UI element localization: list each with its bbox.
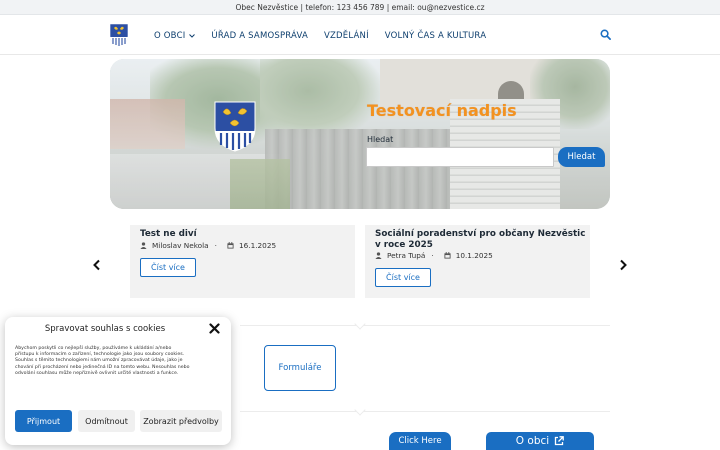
read-more-button[interactable]: Číst více bbox=[375, 268, 431, 287]
forms-tile[interactable]: Formuláře bbox=[264, 345, 336, 391]
divider-notch bbox=[354, 318, 366, 330]
village-crest-emblem bbox=[214, 101, 256, 152]
calendar-icon bbox=[444, 252, 451, 259]
user-icon bbox=[375, 252, 382, 259]
news-title[interactable]: Sociální poradenství pro občany Nezvěsti… bbox=[375, 229, 587, 251]
nav-item-label: ÚŘAD A SAMOSPRÁVA bbox=[211, 30, 309, 41]
news-card: Test ne diví Miloslav Nekola · 16.1.2025… bbox=[130, 225, 355, 298]
button-label: O obci bbox=[515, 435, 550, 447]
nav-item-volny-cas-a-kultura[interactable]: VOLNÝ ČAS A KULTURA bbox=[385, 31, 486, 41]
accept-button[interactable]: Přijmout bbox=[15, 410, 72, 432]
divider-notch bbox=[354, 404, 366, 416]
click-here-button[interactable]: Click Here bbox=[389, 432, 451, 450]
section-divider bbox=[240, 325, 610, 326]
news-card: Sociální poradenství pro občany Nezvěsti… bbox=[365, 225, 590, 298]
chevron-left-icon[interactable] bbox=[92, 259, 102, 271]
news-date: 10.1.2025 bbox=[455, 251, 493, 260]
hero-title: Testovací nadpis bbox=[367, 101, 517, 120]
hero-overlay bbox=[110, 59, 610, 209]
close-icon[interactable] bbox=[209, 323, 220, 334]
nav-item-label: O OBCI bbox=[154, 30, 186, 41]
nav-menu: O OBCI ÚŘAD A SAMOSPRÁVA VZDĚLÁNÍ VOLNÝ … bbox=[154, 16, 502, 55]
calendar-icon bbox=[227, 242, 234, 249]
contact-info: Obec Nezvěstice | telefon: 123 456 789 |… bbox=[235, 3, 485, 12]
hero-banner bbox=[110, 59, 610, 209]
deny-button[interactable]: Odmítnout bbox=[78, 410, 135, 432]
meta-separator: · bbox=[431, 251, 434, 260]
read-more-button[interactable]: Číst více bbox=[140, 258, 196, 277]
news-meta: Petra Tupá · 10.1.2025 bbox=[375, 251, 493, 260]
news-author: Petra Tupá bbox=[387, 251, 426, 260]
search-button[interactable]: Hledat bbox=[558, 147, 605, 167]
news-date: 16.1.2025 bbox=[238, 241, 277, 250]
news-author: Miloslav Nekola bbox=[152, 241, 209, 250]
preferences-button[interactable]: Zobrazit předvolby bbox=[140, 410, 222, 432]
news-title[interactable]: Test ne diví bbox=[140, 229, 352, 240]
chevron-down-icon bbox=[189, 33, 196, 38]
user-icon bbox=[140, 242, 147, 249]
chevron-right-icon[interactable] bbox=[618, 259, 628, 271]
search-input[interactable] bbox=[366, 147, 554, 167]
button-label: Click Here bbox=[398, 436, 442, 446]
meta-separator: · bbox=[214, 241, 217, 250]
top-info-bar: Obec Nezvěstice | telefon: 123 456 789 |… bbox=[0, 0, 720, 15]
news-meta: Miloslav Nekola · 16.1.2025 bbox=[140, 241, 276, 250]
section-divider bbox=[240, 411, 610, 412]
village-crest-logo[interactable] bbox=[109, 23, 129, 47]
cookie-title: Spravovat souhlas s cookies bbox=[44, 324, 166, 334]
external-link-icon bbox=[555, 436, 565, 446]
nav-item-vzdelani[interactable]: VZDĚLÁNÍ bbox=[324, 31, 369, 41]
nav-item-o-obci[interactable]: O OBCI bbox=[154, 30, 196, 41]
cookie-consent-dialog: Spravovat souhlas s cookies Abychom posk… bbox=[5, 317, 231, 445]
search-icon[interactable] bbox=[600, 29, 611, 40]
main-navigation: O OBCI ÚŘAD A SAMOSPRÁVA VZDĚLÁNÍ VOLNÝ … bbox=[0, 16, 720, 55]
nav-item-label: VOLNÝ ČAS A KULTURA bbox=[384, 30, 487, 41]
o-obci-button[interactable]: O obci bbox=[486, 432, 594, 450]
nav-item-label: VZDĚLÁNÍ bbox=[324, 30, 369, 41]
search-label: Hledat bbox=[367, 135, 394, 144]
cookie-description: Abychom poskytli co nejlepší služby, pou… bbox=[15, 346, 190, 376]
tile-label: Formuláře bbox=[278, 363, 322, 373]
nav-item-urad-a-samosprava[interactable]: ÚŘAD A SAMOSPRÁVA bbox=[211, 31, 308, 41]
